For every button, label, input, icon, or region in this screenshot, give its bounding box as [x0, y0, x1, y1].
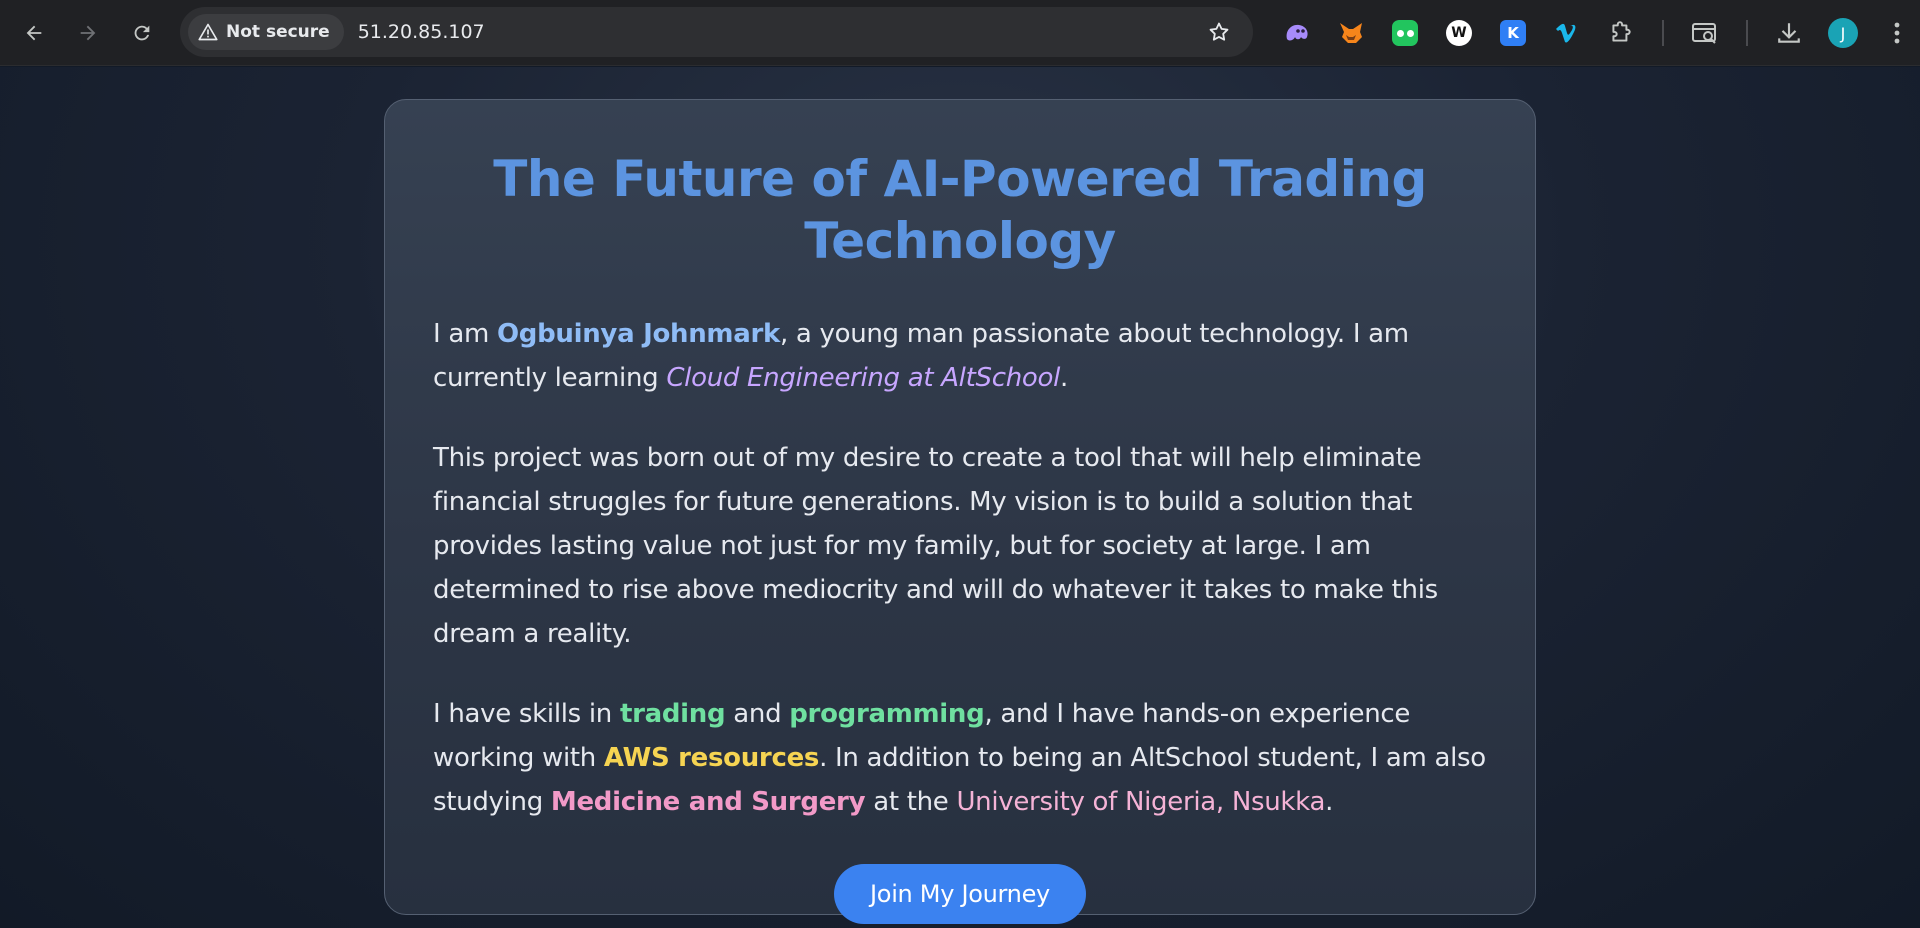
ghost-extension-icon — [1286, 24, 1308, 41]
download-icon — [1778, 23, 1800, 43]
toolbar-divider — [1662, 20, 1664, 46]
author-name: Ogbuinya Johnmark — [496, 319, 780, 349]
intro-card: The Future of AI-Powered Trading Technol… — [384, 99, 1536, 924]
reload-icon — [134, 25, 150, 40]
toolbar-divider — [1746, 20, 1748, 46]
skills-suffix: . — [1325, 787, 1334, 817]
school-program: Cloud Engineering at AltSchool — [666, 363, 1061, 393]
arrow-left-icon — [26, 25, 42, 40]
intro-paragraph: I am Ogbuinya Johnmark, a young man pass… — [433, 312, 1487, 400]
course-name: Medicine and Surgery — [550, 787, 866, 817]
frog-extension-icon — [1392, 20, 1418, 46]
extension-k[interactable]: K — [1486, 0, 1540, 66]
extensions-menu-button[interactable] — [1594, 0, 1648, 66]
intro-prefix: I am — [433, 319, 497, 349]
extension-frog[interactable] — [1378, 0, 1432, 66]
tab-search-icon — [1692, 23, 1716, 44]
page-viewport: The Future of AI-Powered Trading Technol… — [0, 67, 1920, 928]
puzzle-icon — [1612, 21, 1631, 42]
intro-suffix: . — [1060, 363, 1068, 393]
url-text[interactable]: 51.20.85.107 — [358, 21, 485, 43]
skills-paragraph: I have skills in trading and programming… — [433, 692, 1487, 824]
extension-ghost[interactable] — [1270, 0, 1324, 66]
profile-button[interactable]: J — [1816, 0, 1870, 66]
page-title: The Future of AI-Powered Trading Technol… — [493, 150, 1427, 270]
security-indicator[interactable]: Not secure — [188, 14, 344, 50]
reload-button[interactable] — [122, 13, 162, 53]
university-name: University of Nigeria, Nsukka — [956, 787, 1326, 817]
back-button[interactable] — [14, 13, 54, 53]
skill-aws: AWS resources — [603, 743, 820, 773]
vimeo-extension-icon — [1556, 23, 1576, 43]
forward-button[interactable] — [68, 13, 108, 53]
arrow-right-icon — [80, 25, 96, 40]
avatar: J — [1828, 18, 1858, 48]
skills-prefix: I have skills in — [433, 699, 620, 729]
warning-icon — [198, 23, 218, 41]
extensions-area: W K J — [1270, 0, 1920, 66]
search-tabs-button[interactable] — [1678, 0, 1732, 66]
skills-and: and — [725, 699, 790, 729]
security-label: Not secure — [226, 22, 330, 42]
k-extension-icon: K — [1500, 20, 1526, 46]
extension-vimeo[interactable] — [1540, 0, 1594, 66]
extension-w[interactable]: W — [1432, 0, 1486, 66]
cta-wrapper: Join My Journey — [433, 864, 1487, 924]
more-vertical-icon — [1894, 22, 1900, 44]
mission-paragraph: This project was born out of my desire t… — [433, 443, 1438, 649]
join-journey-button[interactable]: Join My Journey — [834, 864, 1086, 924]
skills-at: at the — [865, 787, 957, 817]
skill-programming: programming — [789, 699, 985, 729]
downloads-button[interactable] — [1762, 0, 1816, 66]
w-extension-icon: W — [1446, 20, 1472, 46]
fox-wallet-extension-icon — [1340, 23, 1362, 43]
extension-fox-wallet[interactable] — [1324, 0, 1378, 66]
address-bar[interactable]: Not secure 51.20.85.107 — [180, 7, 1253, 57]
bookmark-star-icon[interactable] — [1207, 20, 1231, 44]
browser-toolbar: Not secure 51.20.85.107 W K J — [0, 0, 1920, 66]
skill-trading: trading — [619, 699, 726, 729]
browser-menu-button[interactable] — [1870, 0, 1920, 66]
